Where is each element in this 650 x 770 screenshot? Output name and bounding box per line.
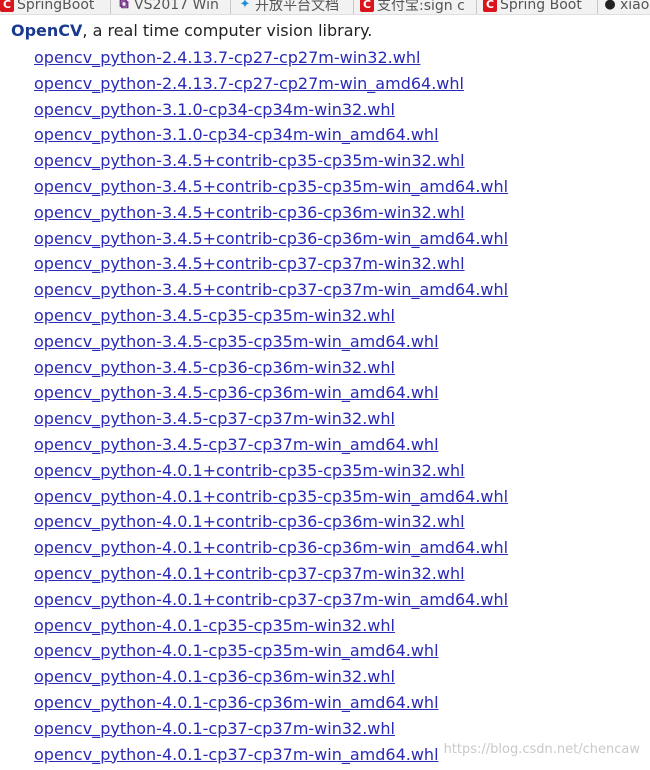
list-item: opencv_python-3.4.5-cp36-cp36m-win_amd64… (34, 380, 508, 406)
list-item: opencv_python-3.4.5-cp35-cp35m-win32.whl (34, 303, 508, 329)
page-title: OpenCV, a real time computer vision libr… (11, 20, 372, 42)
watermark: https://blog.csdn.net/chencaw (443, 742, 640, 757)
wheel-download-link[interactable]: opencv_python-3.4.5+contrib-cp35-cp35m-w… (34, 151, 465, 170)
list-item: opencv_python-3.4.5+contrib-cp35-cp35m-w… (34, 174, 508, 200)
wheel-download-link[interactable]: opencv_python-4.0.1+contrib-cp37-cp37m-w… (34, 564, 465, 583)
yuque-icon: ✦ (239, 0, 251, 12)
bookmark-spring-boot[interactable]: C Spring Boot (483, 0, 582, 14)
wheel-download-link[interactable]: opencv_python-3.4.5-cp36-cp36m-win32.whl (34, 358, 395, 377)
list-item: opencv_python-3.4.5+contrib-cp36-cp36m-w… (34, 200, 508, 226)
bookmark-label: 开放平台文档 (255, 0, 339, 14)
list-item: opencv_python-4.0.1+contrib-cp37-cp37m-w… (34, 587, 508, 613)
list-item: opencv_python-3.4.5-cp35-cp35m-win_amd64… (34, 329, 508, 355)
wheel-download-link[interactable]: opencv_python-3.4.5-cp37-cp37m-win32.whl (34, 409, 395, 428)
wheel-download-link[interactable]: opencv_python-3.4.5+contrib-cp36-cp36m-w… (34, 229, 508, 248)
csdn-icon: C (0, 0, 14, 12)
bookmark-divider (476, 0, 477, 14)
list-item: opencv_python-2.4.13.7-cp27-cp27m-win32.… (34, 45, 508, 71)
list-item: opencv_python-3.4.5-cp36-cp36m-win32.whl (34, 355, 508, 381)
wheel-download-link[interactable]: opencv_python-4.0.1+contrib-cp37-cp37m-w… (34, 590, 508, 609)
wheel-download-link[interactable]: opencv_python-3.1.0-cp34-cp34m-win_amd64… (34, 125, 439, 144)
list-item: opencv_python-3.4.5+contrib-cp35-cp35m-w… (34, 148, 508, 174)
wheel-download-link[interactable]: opencv_python-3.4.5+contrib-cp36-cp36m-w… (34, 203, 465, 222)
wheel-download-link[interactable]: opencv_python-3.4.5+contrib-cp37-cp37m-w… (34, 254, 465, 273)
list-item: opencv_python-3.4.5+contrib-cp37-cp37m-w… (34, 251, 508, 277)
wheel-download-link[interactable]: opencv_python-4.0.1+contrib-cp36-cp36m-w… (34, 538, 508, 557)
wheel-download-link[interactable]: opencv_python-3.1.0-cp34-cp34m-win32.whl (34, 100, 395, 119)
list-item: opencv_python-4.0.1-cp36-cp36m-win32.whl (34, 664, 508, 690)
wheel-download-link[interactable]: opencv_python-4.0.1+contrib-cp35-cp35m-w… (34, 487, 508, 506)
brand-description: , a real time computer vision library. (82, 21, 373, 40)
wheel-file-list: opencv_python-2.4.13.7-cp27-cp27m-win32.… (34, 45, 508, 767)
wheel-download-link[interactable]: opencv_python-3.4.5+contrib-cp37-cp37m-w… (34, 280, 508, 299)
wheel-download-link[interactable]: opencv_python-3.4.5-cp36-cp36m-win_amd64… (34, 383, 439, 402)
list-item: opencv_python-2.4.13.7-cp27-cp27m-win_am… (34, 71, 508, 97)
list-item: opencv_python-4.0.1-cp35-cp35m-win32.whl (34, 613, 508, 639)
list-item: opencv_python-3.4.5-cp37-cp37m-win32.whl (34, 406, 508, 432)
list-item: opencv_python-3.1.0-cp34-cp34m-win32.whl (34, 97, 508, 123)
wheel-download-link[interactable]: opencv_python-4.0.1-cp36-cp36m-win32.whl (34, 667, 395, 686)
csdn-icon: C (360, 0, 374, 12)
bookmark-label: 支付宝:sign c (377, 0, 465, 14)
wheel-download-link[interactable]: opencv_python-4.0.1-cp36-cp36m-win_amd64… (34, 693, 439, 712)
bookmark-label: xiao (620, 0, 650, 13)
bookmark-label: VS2017 Win (134, 0, 219, 13)
brand-name: OpenCV (11, 21, 83, 40)
bookmark-divider (110, 0, 111, 14)
list-item: opencv_python-4.0.1-cp36-cp36m-win_amd64… (34, 690, 508, 716)
bookmark-springboot[interactable]: C SpringBoot (0, 0, 94, 14)
bookmark-divider (353, 0, 354, 14)
list-item: opencv_python-4.0.1+contrib-cp37-cp37m-w… (34, 561, 508, 587)
wheel-download-link[interactable]: opencv_python-3.4.5-cp35-cp35m-win32.whl (34, 306, 395, 325)
wheel-download-link[interactable]: opencv_python-3.4.5+contrib-cp35-cp35m-w… (34, 177, 508, 196)
list-item: opencv_python-3.4.5-cp37-cp37m-win_amd64… (34, 432, 508, 458)
bookmark-divider (230, 0, 231, 14)
wheel-download-link[interactable]: opencv_python-4.0.1+contrib-cp36-cp36m-w… (34, 512, 465, 531)
wheel-download-link[interactable]: opencv_python-4.0.1-cp37-cp37m-win_amd64… (34, 745, 439, 764)
wheel-download-link[interactable]: opencv_python-2.4.13.7-cp27-cp27m-win_am… (34, 74, 464, 93)
bookmark-label: Spring Boot (500, 0, 582, 13)
wheel-download-link[interactable]: opencv_python-4.0.1+contrib-cp35-cp35m-w… (34, 461, 465, 480)
list-item: opencv_python-4.0.1-cp35-cp35m-win_amd64… (34, 638, 508, 664)
list-item: opencv_python-3.4.5+contrib-cp36-cp36m-w… (34, 226, 508, 252)
list-item: opencv_python-3.4.5+contrib-cp37-cp37m-w… (34, 277, 508, 303)
bookmark-label: SpringBoot (17, 0, 95, 13)
list-item: opencv_python-4.0.1+contrib-cp36-cp36m-w… (34, 509, 508, 535)
list-item: opencv_python-4.0.1+contrib-cp35-cp35m-w… (34, 458, 508, 484)
bookmark-alipay-sign[interactable]: C 支付宝:sign c (360, 0, 465, 14)
list-item: opencv_python-4.0.1+contrib-cp35-cp35m-w… (34, 484, 508, 510)
bookmark-vs2017[interactable]: ⧉ VS2017 Win (117, 0, 219, 14)
wheel-download-link[interactable]: opencv_python-4.0.1-cp35-cp35m-win32.whl (34, 616, 395, 635)
vs-icon: ⧉ (119, 0, 129, 12)
github-icon: ● (604, 0, 616, 12)
wheel-download-link[interactable]: opencv_python-4.0.1-cp37-cp37m-win32.whl (34, 719, 395, 738)
list-item: opencv_python-4.0.1-cp37-cp37m-win32.whl (34, 716, 508, 742)
list-item: opencv_python-3.1.0-cp34-cp34m-win_amd64… (34, 122, 508, 148)
wheel-download-link[interactable]: opencv_python-3.4.5-cp37-cp37m-win_amd64… (34, 435, 439, 454)
wheel-download-link[interactable]: opencv_python-4.0.1-cp35-cp35m-win_amd64… (34, 641, 439, 660)
bookmark-xiao[interactable]: ● xiao (603, 0, 649, 14)
bookmarks-bar: C SpringBoot ⧉ VS2017 Win ✦ 开放平台文档 C 支付宝… (0, 0, 650, 15)
list-item: opencv_python-4.0.1-cp37-cp37m-win_amd64… (34, 742, 508, 768)
csdn-icon: C (483, 0, 497, 12)
wheel-download-link[interactable]: opencv_python-2.4.13.7-cp27-cp27m-win32.… (34, 48, 420, 67)
list-item: opencv_python-4.0.1+contrib-cp36-cp36m-w… (34, 535, 508, 561)
bookmark-open-platform[interactable]: ✦ 开放平台文档 (238, 0, 339, 14)
wheel-download-link[interactable]: opencv_python-3.4.5-cp35-cp35m-win_amd64… (34, 332, 439, 351)
bookmark-divider (597, 0, 598, 14)
